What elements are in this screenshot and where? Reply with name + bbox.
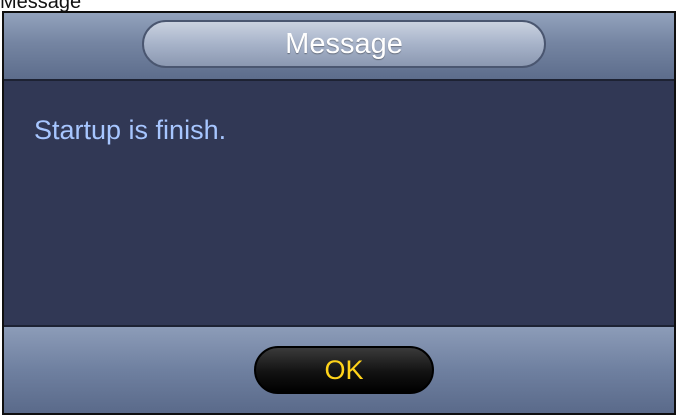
dialog-body: Startup is finish. bbox=[4, 81, 674, 325]
dialog-header: Message bbox=[4, 13, 674, 81]
dialog-footer: OK bbox=[4, 325, 674, 413]
message-text: Startup is finish. bbox=[34, 115, 227, 145]
dialog-title: Message bbox=[142, 20, 546, 68]
message-dialog: Message Startup is finish. OK bbox=[2, 11, 676, 415]
ok-button[interactable]: OK bbox=[254, 346, 434, 394]
